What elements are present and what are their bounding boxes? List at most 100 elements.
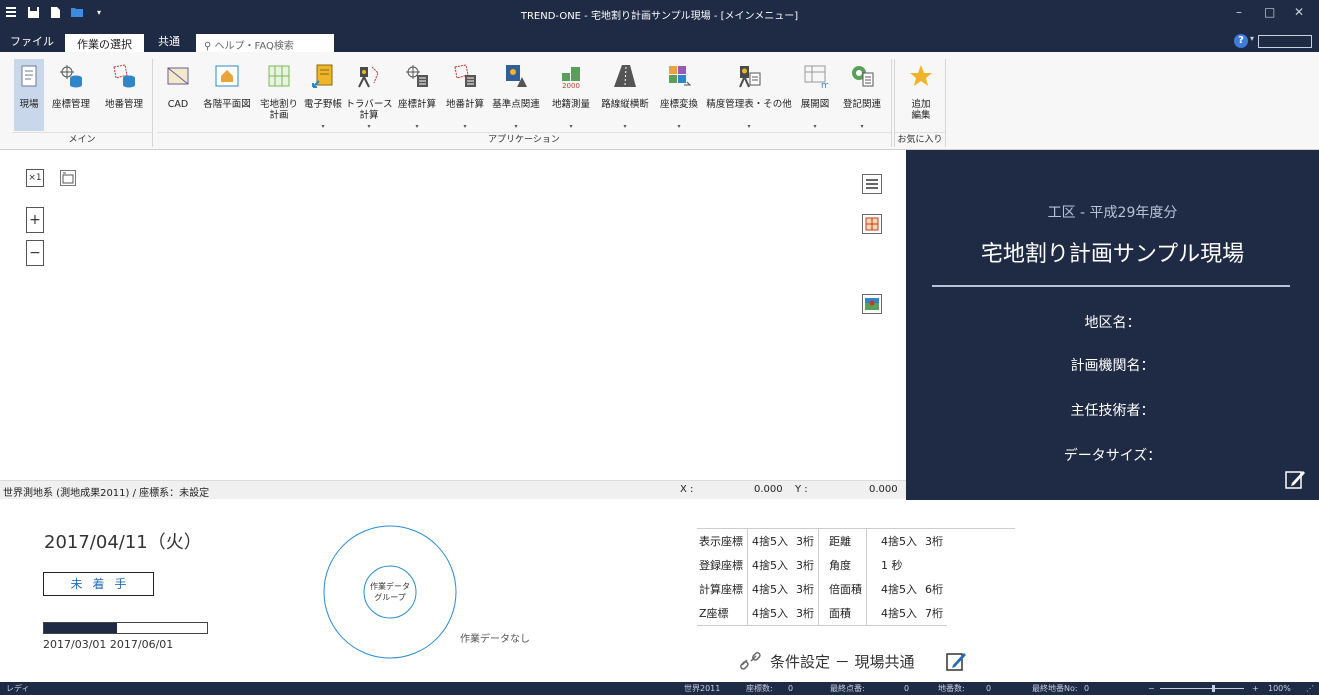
zoom-in-button[interactable]: +: [26, 207, 44, 233]
work-data-group-line2: グループ: [374, 592, 406, 602]
ribbon: 現場 座標管理 地番管理 メイン CAD 各階平面図 宅地割り 計画 電子野帳: [0, 52, 1319, 150]
coordinate-transform-icon: [669, 66, 692, 86]
add-edit-favorites-button[interactable]: 追加 編集: [901, 59, 941, 131]
schedule-start-date: 2017/03/01: [43, 638, 107, 651]
last-point: 0: [904, 684, 910, 693]
last-lot-label: 最終地番No:: [1032, 684, 1078, 693]
help-search-input[interactable]: ⚲ ヘルプ・FAQ検索: [196, 34, 334, 52]
precision-row: 計算座標 4捨5入 3桁 倍面積 4捨5入 6桁: [697, 577, 947, 601]
precision-cell: 3桁: [792, 601, 819, 626]
precision-cell: 表示座標: [697, 529, 748, 553]
coordinate-status-bar: 世界測地系 (測地成果2011) / 座標系：未設定 X : 0.000 Y :…: [0, 480, 906, 499]
ribbon-tab-bar: ファイル 作業の選択 共通 ⚲ ヘルプ・FAQ検索 ? ▾: [0, 28, 1319, 52]
help-icon[interactable]: ?: [1234, 34, 1248, 48]
work-data-group-chart[interactable]: 作業データ グループ: [320, 522, 460, 662]
cadastral-survey-button[interactable]: 2000 地籍測量 ▾: [547, 59, 595, 131]
ribbon-group-applications-label: アプリケーション: [157, 132, 891, 147]
site-button[interactable]: 現場: [14, 59, 44, 131]
condition-settings-link[interactable]: 条件設定 － 現場共通: [738, 650, 967, 672]
lot-count: 0: [986, 684, 992, 693]
precision-cell: 6桁: [925, 583, 943, 596]
work-status-button[interactable]: 未着手: [43, 572, 154, 596]
ribbon-group-favorites-label: お気に入り: [895, 132, 945, 147]
site-subtitle: 工区 - 平成29年度分: [1047, 205, 1178, 221]
lot-manage-button[interactable]: 地番管理: [100, 59, 148, 131]
edit-site-icon[interactable]: [1284, 468, 1306, 490]
last-lot: 0: [1084, 684, 1090, 693]
layer-list-button[interactable]: [862, 174, 882, 194]
lot-db-icon: [113, 64, 135, 88]
schedule-dates: 2017/03/01 2017/06/01: [43, 638, 173, 651]
precision-cell: 4捨5入: [866, 601, 921, 626]
coordinate-system-status: 世界2011: [684, 684, 721, 693]
precision-cell: 4捨5入: [881, 583, 917, 596]
schedule-end-date: 2017/06/01: [109, 638, 174, 651]
resize-grip-icon[interactable]: ⋰: [1306, 682, 1314, 695]
x-label: X :: [680, 484, 694, 495]
tab-file[interactable]: ファイル: [10, 33, 54, 49]
zoom-slider-thumb[interactable]: [1212, 685, 1216, 692]
title-bar: ▾ TREND-ONE - 宅地割り計画サンプル現場 - [メインメニュー] –…: [0, 0, 1319, 28]
field-book-icon: [312, 64, 333, 88]
accuracy-table-button[interactable]: 精度管理表・その他 ▾: [706, 59, 792, 131]
account-box[interactable]: [1258, 35, 1312, 48]
traverse-calc-button[interactable]: トラバース 計算 ▾: [346, 59, 392, 131]
lightbulb-icon: ⚲: [204, 41, 212, 52]
help-dropdown-icon[interactable]: ▾: [1250, 34, 1254, 43]
control-point-button[interactable]: 基準点関連 ▾: [491, 59, 541, 131]
map-image-button[interactable]: [862, 294, 882, 314]
grid-layout-icon: [865, 217, 879, 231]
floor-plan-button[interactable]: 各階平面図: [199, 59, 255, 131]
coordinate-transform-button[interactable]: 座標変換 ▾: [655, 59, 703, 131]
map-view[interactable]: ×1 + −: [0, 150, 906, 480]
layout-button[interactable]: [862, 214, 882, 234]
road-profile-icon: [614, 65, 636, 87]
work-data-group-line1: 作業データ: [370, 581, 410, 591]
registration-icon: [852, 66, 874, 87]
coordinate-calc-button[interactable]: 座標計算 ▾: [395, 59, 439, 131]
schedule-progress-fill: [44, 623, 118, 633]
precision-cell: 3桁: [792, 529, 819, 553]
tab-work-select[interactable]: 作業の選択: [65, 34, 144, 52]
site-summary-area: 2017/04/11（火） 未着手 2017/03/01 2017/06/01 …: [0, 500, 1319, 682]
site-icon: [21, 65, 37, 87]
zoom-slider-track[interactable]: [1160, 688, 1244, 689]
precision-row: Z座標 4捨5入 3桁 面積 4捨5入 7桁: [697, 601, 947, 626]
road-profile-button[interactable]: 路線縦横断 ▾: [599, 59, 651, 131]
development-view-button[interactable]: m 展開図 ▾: [795, 59, 835, 131]
zoom-in-status-button[interactable]: +: [1252, 682, 1259, 695]
close-icon[interactable]: ✕: [1294, 5, 1304, 19]
maximize-icon[interactable]: □: [1264, 5, 1275, 19]
lot-calc-icon: [454, 64, 476, 87]
precision-cell: 距離: [818, 529, 867, 553]
coordinate-manage-button[interactable]: 座標管理: [48, 59, 94, 131]
zoom-level: 100%: [1268, 684, 1291, 693]
precision-cell: 7桁: [921, 601, 947, 626]
fit-view-button[interactable]: [60, 170, 76, 186]
window-title: TREND-ONE - 宅地割り計画サンプル現場 - [メインメニュー]: [520, 11, 799, 22]
lot-calc-button[interactable]: 地番計算 ▾: [443, 59, 487, 131]
coordinate-count: 0: [788, 684, 794, 693]
zoom-out-status-button[interactable]: −: [1148, 682, 1155, 695]
traverse-icon: [358, 66, 379, 88]
field-book-button[interactable]: 電子野帳 ▾: [303, 59, 343, 131]
lot-planning-button[interactable]: 宅地割り 計画: [259, 59, 299, 131]
ribbon-group-main: 現場 座標管理 地番管理 メイン: [12, 59, 153, 147]
precision-cell: 4捨5入: [881, 535, 917, 548]
schedule-progress-bar: [43, 622, 208, 634]
y-label: Y :: [795, 484, 808, 495]
registration-button[interactable]: 登記関連 ▾: [839, 59, 885, 131]
zoom-out-button[interactable]: −: [26, 240, 44, 266]
precision-cell: [921, 553, 947, 577]
precision-cell: 4捨5入: [752, 559, 788, 572]
minimize-icon[interactable]: –: [1236, 5, 1242, 19]
accuracy-table-icon: [739, 66, 761, 88]
cad-button[interactable]: CAD: [161, 59, 195, 131]
coordinate-db-icon: [60, 65, 82, 88]
data-size-label: データサイズ：: [1063, 448, 1162, 464]
ribbon-group-favorites: 追加 編集 お気に入り: [894, 59, 946, 147]
scale-reset-button[interactable]: ×1: [26, 169, 44, 187]
coordinate-calc-icon: [406, 65, 428, 87]
edit-conditions-icon[interactable]: [945, 650, 967, 672]
tab-common[interactable]: 共通: [158, 33, 180, 49]
